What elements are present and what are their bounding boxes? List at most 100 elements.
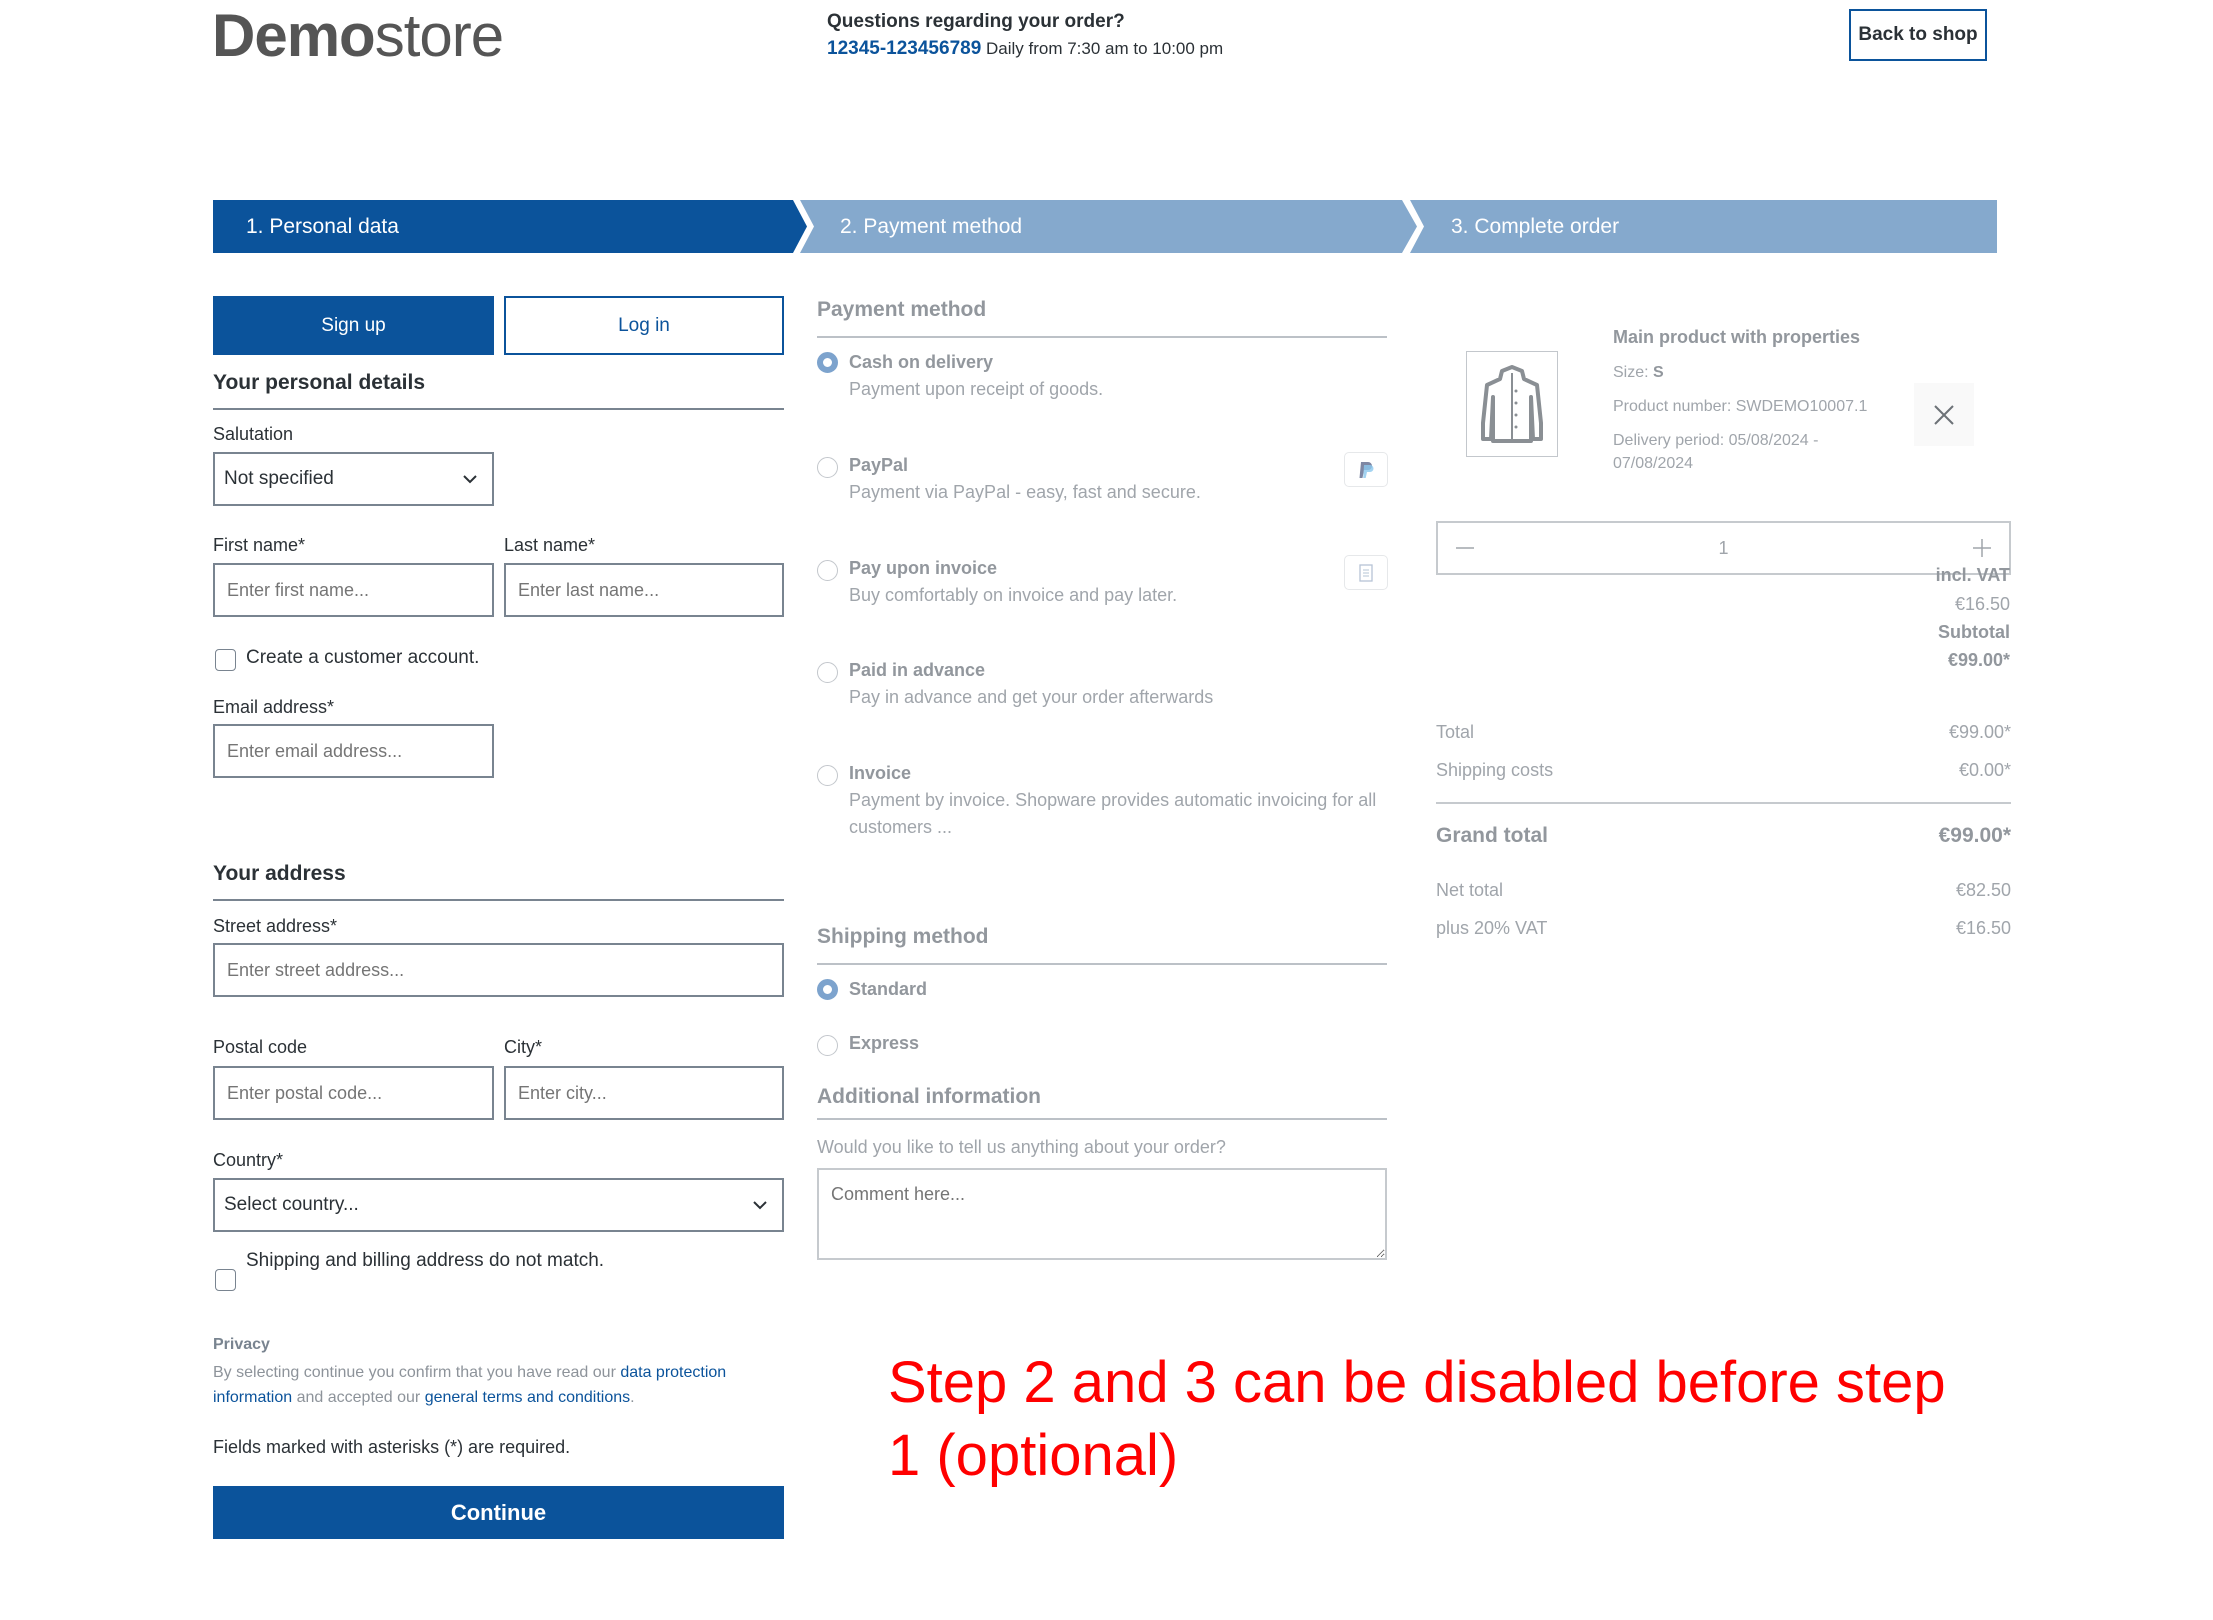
payment-option-paid-in-advance[interactable]: Paid in advance Pay in advance and get y… [817,660,1392,740]
divider [817,336,1387,338]
terms-link[interactable]: general terms and conditions [425,1389,630,1406]
help-line: 12345-123456789 Daily from 7:30 am to 10… [827,38,1223,60]
payment-option-description: Pay in advance and get your order afterw… [849,687,1214,707]
radio-unselected[interactable] [817,560,838,581]
postal-code-input[interactable] [213,1066,494,1120]
privacy-text-part: By selecting continue you confirm that y… [213,1364,621,1381]
size-label: Size: [1613,364,1649,381]
radio-selected[interactable] [817,352,838,373]
step-payment-method[interactable]: 2. Payment method [800,200,1417,253]
incl-vat-value: €16.50 [1954,594,2010,614]
help-title: Questions regarding your order? [827,11,1125,32]
divider [213,408,784,410]
salutation-select[interactable]: Not specified [213,452,494,506]
hours-text: Daily from 7:30 am to 10:00 pm [986,39,1224,58]
shipping-option-express[interactable]: Express [817,1033,1392,1063]
radio-unselected[interactable] [817,1035,838,1056]
different-shipping-checkbox[interactable] [215,1269,236,1291]
shipping-option-standard[interactable]: Standard [817,979,1392,1009]
city-label: City* [504,1037,543,1057]
phone-link[interactable]: 12345-123456789 [827,38,981,59]
payment-option-title: PayPal [849,455,909,475]
log-in-tab[interactable]: Log in [504,296,784,355]
privacy-text-part: and accepted our [292,1389,425,1406]
privacy-heading: Privacy [213,1336,270,1353]
product-size: Size: S [1613,364,1664,382]
payment-option-invoice[interactable]: Invoice Payment by invoice. Shopware pro… [817,763,1392,853]
create-account-checkbox[interactable] [215,649,236,671]
payment-option-title: Invoice [849,763,912,783]
city-input[interactable] [504,1066,784,1120]
total-label: Total [1436,722,1475,742]
payment-option-title: Cash on delivery [849,352,994,372]
size-value: S [1653,364,1664,381]
quantity-stepper[interactable]: 1 [1436,521,2011,575]
salutation-value: Not specified [224,468,334,489]
continue-button[interactable]: Continue [213,1486,784,1539]
remove-item-button[interactable] [1914,383,1974,446]
street-input[interactable] [213,943,784,997]
radio-unselected[interactable] [817,457,838,478]
different-shipping-label[interactable]: Shipping and billing address do not matc… [246,1250,604,1272]
summary-total-row: Total €99.00* [1436,722,2011,743]
chevron-down-icon [753,1201,767,1210]
payment-option-description: Payment upon receipt of goods. [849,379,1104,399]
create-account-label[interactable]: Create a customer account. [246,647,479,669]
privacy-text: By selecting continue you confirm that y… [213,1360,783,1410]
subtotal-value: €99.00* [1947,650,2010,670]
required-fields-note: Fields marked with asterisks (*) are req… [213,1437,571,1457]
logo-bold-text: Demo [212,2,376,69]
personal-details-heading: Your personal details [213,371,425,394]
divider [817,963,1387,965]
last-name-input[interactable] [504,563,784,617]
close-icon [1934,404,1954,425]
divider [213,899,784,901]
radio-unselected[interactable] [817,765,838,786]
payment-method-heading: Payment method [817,298,987,321]
back-to-shop-button[interactable]: Back to shop [1849,9,1987,61]
sign-up-tab[interactable]: Sign up [213,296,494,355]
step-complete-order[interactable]: 3. Complete order [1410,200,1997,253]
summary-divider [1436,802,2011,804]
payment-option-title: Pay upon invoice [849,558,998,578]
your-address-heading: Your address [213,862,346,885]
email-input[interactable] [213,724,494,778]
street-label: Street address* [213,916,338,936]
shipping-costs-label: Shipping costs [1436,760,1554,780]
payment-option-description: Payment via PayPal - easy, fast and secu… [849,482,1201,502]
payment-option-pay-upon-invoice[interactable]: Pay upon invoice Buy comfortably on invo… [817,555,1392,638]
checkout-steps: 1. Personal data 2. Payment method 3. Co… [213,200,1997,253]
salutation-label: Salutation [213,424,294,444]
jacket-icon [1481,365,1543,443]
comment-question: Would you like to tell us anything about… [817,1137,1226,1157]
country-select[interactable]: Select country... [213,1178,784,1232]
annotation-note: Step 2 and 3 can be disabled before step… [888,1350,1946,1488]
email-label: Email address* [213,697,335,717]
product-image[interactable] [1466,351,1558,457]
net-total-label: Net total [1436,880,1504,900]
grand-total-value: €99.00* [1938,824,2011,847]
step-personal-data[interactable]: 1. Personal data [213,200,807,253]
first-name-input[interactable] [213,563,494,617]
payment-option-paypal[interactable]: PayPal Payment via PayPal - easy, fast a… [817,452,1392,535]
subtotal-label: Subtotal [1938,622,2010,642]
quantity-value[interactable]: 1 [1474,538,1973,559]
total-value: €99.00* [1948,722,2011,742]
product-name[interactable]: Main product with properties [1613,327,1860,348]
logo-light-text: store [374,2,504,69]
country-value: Select country... [224,1194,359,1215]
comment-textarea[interactable] [817,1168,1387,1260]
radio-unselected[interactable] [817,662,838,683]
payment-option-title: Paid in advance [849,660,986,680]
vat-label: plus 20% VAT [1436,918,1548,938]
radio-selected[interactable] [817,979,838,1000]
step-1-label: 1. Personal data [246,214,399,238]
summary-shipping-row: Shipping costs €0.00* [1436,760,2011,781]
plus-icon[interactable] [1973,539,1991,557]
shipping-option-title: Standard [849,979,928,999]
minus-icon[interactable] [1456,539,1474,557]
store-logo[interactable]: Demostore [212,6,504,66]
payment-option-cash-on-delivery[interactable]: Cash on delivery Payment upon receipt of… [817,352,1392,432]
invoice-icon [1344,555,1388,590]
delivery-period-line2: 07/08/2024 [1613,455,1694,472]
